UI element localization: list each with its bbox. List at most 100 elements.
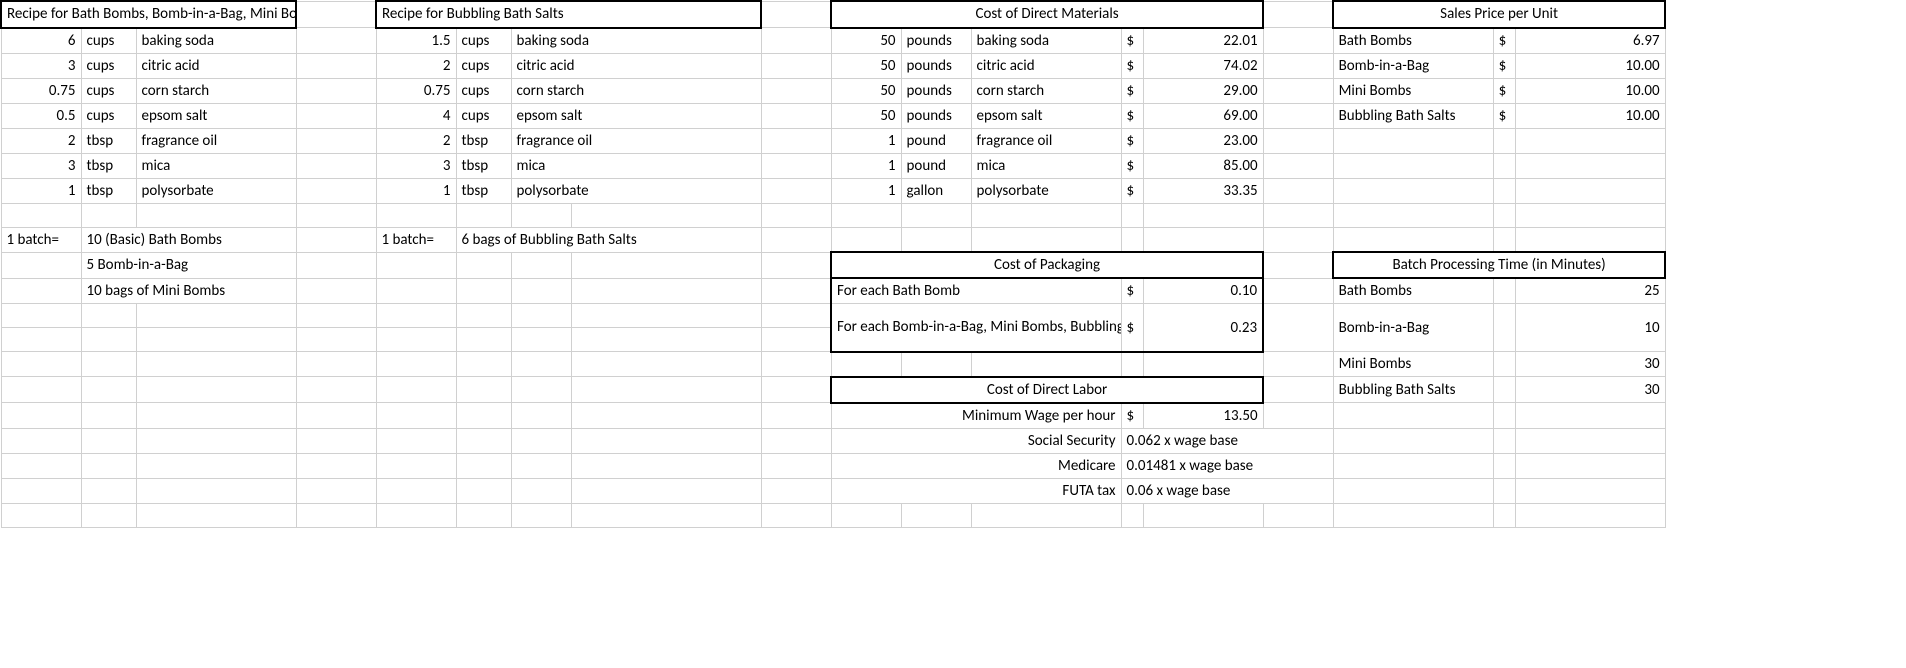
cell[interactable]: Bath Bombs (1333, 278, 1493, 304)
cell[interactable]: $ (1121, 278, 1143, 304)
cell[interactable]: 0.01481 x wage base (1121, 453, 1333, 478)
cell[interactable]: $ (1121, 78, 1143, 103)
cell[interactable]: baking soda (511, 28, 761, 54)
cell[interactable]: cups (456, 28, 511, 54)
cell[interactable]: 0.5 (1, 103, 81, 128)
cell[interactable]: mica (511, 153, 761, 178)
cell[interactable]: 1.5 (376, 28, 456, 54)
cell[interactable]: 10 (1515, 304, 1665, 352)
cell[interactable]: 4 (376, 103, 456, 128)
cell[interactable]: citric acid (971, 53, 1121, 78)
cell[interactable]: gallon (901, 178, 971, 203)
cell[interactable]: mica (136, 153, 296, 178)
cell[interactable]: 0.06 x wage base (1121, 478, 1333, 503)
cell[interactable]: tbsp (456, 128, 511, 153)
cell[interactable]: $ (1121, 304, 1143, 352)
cell[interactable]: baking soda (971, 28, 1121, 54)
cell[interactable]: $ (1493, 78, 1515, 103)
cell[interactable]: pounds (901, 103, 971, 128)
cell[interactable]: 74.02 (1143, 53, 1263, 78)
cell[interactable]: $ (1121, 178, 1143, 203)
cell[interactable]: For each Bath Bomb (831, 278, 1121, 304)
cell[interactable]: tbsp (81, 153, 136, 178)
cell[interactable]: 1 batch= (376, 227, 456, 252)
cell[interactable]: Mini Bombs (1333, 352, 1493, 377)
cell[interactable]: $ (1121, 28, 1143, 54)
cell[interactable]: 25 (1515, 278, 1665, 304)
cell[interactable]: tbsp (81, 178, 136, 203)
cell[interactable]: 50 (831, 78, 901, 103)
cell[interactable]: corn starch (136, 78, 296, 103)
cell[interactable]: fragrance oil (136, 128, 296, 153)
cell[interactable]: 30 (1515, 352, 1665, 377)
cell[interactable]: corn starch (971, 78, 1121, 103)
cell[interactable]: 1 (831, 153, 901, 178)
cell[interactable]: 85.00 (1143, 153, 1263, 178)
cell[interactable]: tbsp (456, 153, 511, 178)
cell[interactable]: fragrance oil (511, 128, 761, 153)
cell[interactable]: 50 (831, 53, 901, 78)
cell[interactable]: cups (81, 103, 136, 128)
cell[interactable]: mica (971, 153, 1121, 178)
cell[interactable]: pounds (901, 78, 971, 103)
cell[interactable]: pound (901, 153, 971, 178)
cell[interactable]: 0.10 (1143, 278, 1263, 304)
cell[interactable]: $ (1121, 53, 1143, 78)
cell[interactable]: 33.35 (1143, 178, 1263, 203)
cell[interactable]: 2 (376, 128, 456, 153)
cell[interactable]: 22.01 (1143, 28, 1263, 54)
cell[interactable]: $ (1493, 28, 1515, 54)
cell[interactable]: citric acid (511, 53, 761, 78)
cell[interactable]: Bomb-in-a-Bag (1333, 53, 1493, 78)
cell[interactable]: 0.75 (1, 78, 81, 103)
cell[interactable]: 30 (1515, 377, 1665, 403)
cell[interactable]: 1 (376, 178, 456, 203)
cell[interactable]: 6 (1, 28, 81, 54)
cell[interactable]: Minimum Wage per hour (831, 403, 1121, 429)
cell[interactable]: $ (1121, 103, 1143, 128)
cell[interactable]: pounds (901, 53, 971, 78)
cell[interactable]: 1 (831, 178, 901, 203)
cell[interactable]: 29.00 (1143, 78, 1263, 103)
cell[interactable]: 10 bags of Mini Bombs (81, 278, 296, 304)
cell[interactable]: 10 (Basic) Bath Bombs (81, 227, 296, 252)
cell[interactable]: $ (1121, 128, 1143, 153)
cell[interactable]: For each Bomb-in-a-Bag, Mini Bombs, Bubb… (831, 304, 1121, 352)
cell[interactable]: 50 (831, 103, 901, 128)
cell[interactable]: polysorbate (511, 178, 761, 203)
cell[interactable]: epsom salt (136, 103, 296, 128)
cell[interactable]: 5 Bomb-in-a-Bag (81, 252, 296, 278)
cell[interactable]: 0.062 x wage base (1121, 428, 1333, 453)
cell[interactable]: Bubbling Bath Salts (1333, 377, 1493, 403)
cell[interactable]: Bubbling Bath Salts (1333, 103, 1493, 128)
cell[interactable]: $ (1493, 103, 1515, 128)
cell[interactable]: 2 (376, 53, 456, 78)
cell[interactable]: $ (1121, 403, 1143, 429)
cell[interactable]: 3 (1, 153, 81, 178)
cell[interactable]: 1 batch= (1, 227, 81, 252)
cell[interactable]: epsom salt (971, 103, 1121, 128)
cell[interactable]: tbsp (456, 178, 511, 203)
cell[interactable]: $ (1493, 53, 1515, 78)
cell[interactable]: 0.23 (1143, 304, 1263, 352)
cell[interactable]: cups (81, 53, 136, 78)
cell[interactable]: fragrance oil (971, 128, 1121, 153)
cell[interactable]: 50 (831, 28, 901, 54)
cell[interactable]: cups (456, 53, 511, 78)
cell[interactable]: polysorbate (971, 178, 1121, 203)
cell[interactable]: 10.00 (1515, 103, 1665, 128)
cell[interactable]: 1 (1, 178, 81, 203)
cell[interactable]: 0.75 (376, 78, 456, 103)
cell[interactable]: cups (456, 78, 511, 103)
cell[interactable]: 69.00 (1143, 103, 1263, 128)
cell[interactable]: polysorbate (136, 178, 296, 203)
cell[interactable]: pounds (901, 28, 971, 54)
cell[interactable]: citric acid (136, 53, 296, 78)
cell[interactable]: cups (456, 103, 511, 128)
cell[interactable]: 3 (376, 153, 456, 178)
spreadsheet-grid[interactable]: Recipe for Bath Bombs, Bomb-in-a-Bag, Mi… (0, 0, 1666, 528)
cell[interactable]: tbsp (81, 128, 136, 153)
cell[interactable]: 6 bags of Bubbling Bath Salts (456, 227, 761, 252)
cell[interactable]: 1 (831, 128, 901, 153)
cell[interactable]: 13.50 (1143, 403, 1263, 429)
